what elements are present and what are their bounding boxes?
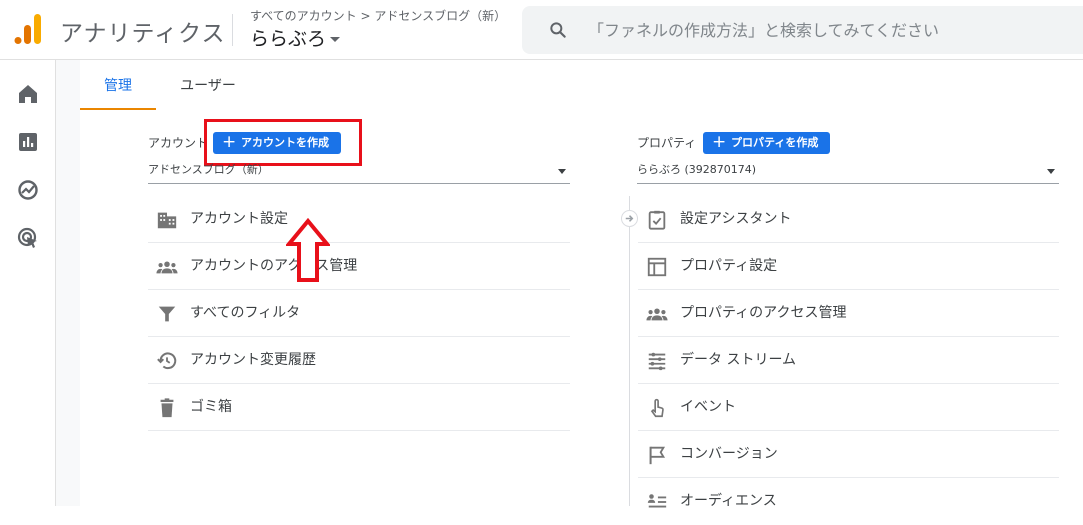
left-nav bbox=[0, 60, 56, 506]
property-selector[interactable]: ららぶろ bbox=[250, 24, 341, 51]
admin-panel: アカウント + アカウントを作成 アドセンスブログ（新） アカウント設定 アカウ… bbox=[80, 110, 1083, 509]
menu-item-data-streams[interactable]: データ ストリーム bbox=[638, 337, 1059, 384]
home-icon[interactable] bbox=[16, 82, 40, 106]
annotation-arrow-icon bbox=[286, 218, 330, 282]
menu-item-label: ゴミ箱 bbox=[190, 399, 232, 415]
menu-item-label: プロパティのアクセス管理 bbox=[680, 305, 847, 321]
breadcrumb[interactable]: すべてのアカウント > アドセンスブログ（新） bbox=[250, 7, 506, 24]
account-select[interactable]: アドセンスブログ（新） bbox=[148, 160, 570, 184]
menu-item-account-settings[interactable]: アカウント設定 bbox=[148, 196, 570, 243]
menu-item-property-settings[interactable]: プロパティ設定 bbox=[638, 243, 1059, 290]
menu-item-events[interactable]: イベント bbox=[638, 384, 1059, 431]
property-name: ららぶろ bbox=[250, 28, 327, 50]
people-icon bbox=[646, 308, 668, 321]
caret-down-icon bbox=[558, 169, 566, 174]
menu-item-property-access[interactable]: プロパティのアクセス管理 bbox=[638, 290, 1059, 337]
search-input[interactable] bbox=[588, 14, 1068, 46]
account-select-value: アドセンスブログ（新） bbox=[148, 163, 269, 176]
analytics-logo-icon[interactable] bbox=[14, 14, 42, 46]
plus-icon: + bbox=[712, 132, 727, 152]
menu-item-conversions[interactable]: コンバージョン bbox=[638, 431, 1059, 478]
menu-item-account-access[interactable]: アカウントのアクセス管理 bbox=[148, 243, 570, 290]
search-bar[interactable] bbox=[522, 6, 1083, 54]
column-divider bbox=[629, 196, 630, 506]
menu-item-audiences[interactable]: オーディエンス bbox=[638, 478, 1059, 525]
top-bar: アナリティクス すべてのアカウント > アドセンスブログ（新） ららぶろ bbox=[0, 0, 1083, 60]
audience-icon bbox=[647, 494, 667, 508]
streams-icon bbox=[648, 352, 666, 371]
menu-item-label: データ ストリーム bbox=[680, 352, 797, 368]
tab-user[interactable]: ユーザー bbox=[166, 60, 250, 110]
app-title: アナリティクス bbox=[60, 21, 226, 47]
flag-icon bbox=[649, 446, 666, 465]
header-divider bbox=[232, 14, 233, 46]
create-property-label: プロパティを作成 bbox=[731, 136, 819, 149]
menu-item-setup-assistant[interactable]: 設定アシスタント bbox=[638, 196, 1059, 243]
menu-item-label: すべてのフィルタ bbox=[190, 305, 301, 321]
admin-content: 管理 ユーザー アカウント + アカウントを作成 アドセンスブログ（新） アカウン… bbox=[56, 60, 1083, 509]
touch-icon bbox=[650, 398, 664, 418]
annotation-highlight-box bbox=[204, 119, 362, 166]
building-icon bbox=[157, 212, 177, 229]
filter-icon bbox=[158, 306, 176, 322]
history-icon bbox=[157, 352, 177, 370]
menu-item-label: アカウント変更履歴 bbox=[190, 352, 316, 368]
admin-tabs: 管理 ユーザー bbox=[80, 60, 1083, 110]
menu-item-label: アカウント設定 bbox=[190, 211, 288, 227]
menu-item-account-history[interactable]: アカウント変更履歴 bbox=[148, 337, 570, 384]
trash-icon bbox=[160, 398, 174, 418]
advertising-icon[interactable] bbox=[16, 226, 40, 250]
menu-item-trash[interactable]: ゴミ箱 bbox=[148, 384, 570, 431]
people-icon bbox=[156, 261, 178, 274]
menu-item-label: プロパティ設定 bbox=[680, 258, 778, 274]
property-label: プロパティ bbox=[637, 136, 697, 150]
menu-item-label: 設定アシスタント bbox=[680, 211, 792, 227]
search-icon bbox=[550, 22, 566, 38]
property-select[interactable]: ららぶろ (392870174) bbox=[637, 160, 1059, 184]
menu-item-all-filters[interactable]: すべてのフィルタ bbox=[148, 290, 570, 337]
layout-icon bbox=[647, 257, 667, 277]
caret-down-icon bbox=[1047, 169, 1055, 174]
tab-admin[interactable]: 管理 bbox=[80, 60, 156, 110]
checklist-icon bbox=[648, 210, 666, 230]
menu-item-label: コンバージョン bbox=[680, 446, 778, 462]
menu-item-label: オーディエンス bbox=[680, 493, 777, 509]
column-link-icon bbox=[621, 210, 638, 227]
caret-down-icon bbox=[330, 37, 341, 42]
property-select-value: ららぶろ (392870174) bbox=[637, 163, 757, 176]
reports-icon[interactable] bbox=[16, 130, 40, 154]
arrow-right-icon bbox=[625, 215, 634, 222]
menu-item-label: イベント bbox=[680, 399, 736, 415]
menu-item-label: アカウントのアクセス管理 bbox=[190, 258, 358, 274]
explore-icon[interactable] bbox=[16, 178, 40, 202]
account-label: アカウント bbox=[148, 136, 209, 150]
create-property-button[interactable]: + プロパティを作成 bbox=[703, 132, 831, 154]
